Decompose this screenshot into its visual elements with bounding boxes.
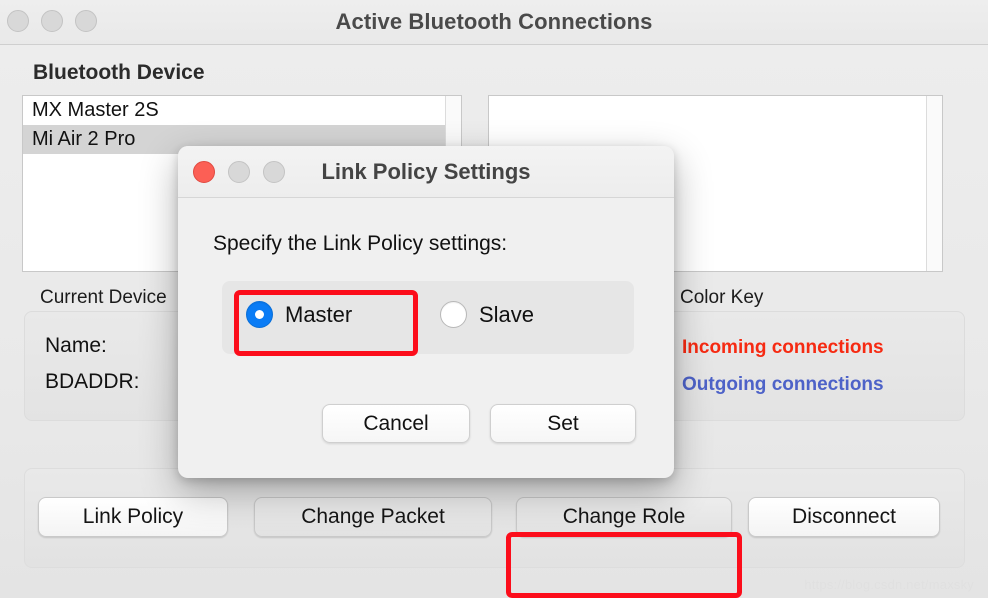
color-key-label: Color Key (680, 287, 764, 308)
device-name-row: Name: (45, 334, 127, 358)
dialog-titlebar: Link Policy Settings (178, 146, 674, 198)
section-heading-bluetooth-device: Bluetooth Device (33, 61, 205, 84)
app-window: Active Bluetooth Connections Bluetooth D… (0, 0, 988, 598)
link-policy-settings-dialog: Link Policy Settings Specify the Link Po… (178, 146, 674, 478)
dialog-title: Link Policy Settings (321, 159, 531, 184)
radio-option-slave[interactable]: Slave (440, 301, 534, 328)
radio-selected-icon[interactable] (246, 301, 273, 328)
cancel-button[interactable]: Cancel (322, 404, 470, 443)
radio-unselected-icon[interactable] (440, 301, 467, 328)
radio-label-master: Master (285, 301, 353, 327)
color-key-panel: Incoming connections Outgoing connection… (665, 311, 965, 421)
change-packet-button[interactable]: Change Packet (254, 497, 492, 537)
list-item[interactable]: MX Master 2S (23, 96, 461, 125)
radio-label-slave: Slave (479, 301, 535, 327)
set-button[interactable]: Set (490, 404, 636, 443)
watermark: https://blog.csdn.net/maxsky (804, 577, 974, 592)
link-policy-button[interactable]: Link Policy (38, 497, 228, 537)
device-bdaddr-row: BDADDR: (45, 370, 159, 394)
color-key-incoming: Incoming connections (682, 337, 884, 358)
color-key-outgoing: Outgoing connections (682, 374, 884, 395)
dialog-prompt: Specify the Link Policy settings: (213, 232, 508, 255)
change-role-button[interactable]: Change Role (516, 497, 732, 537)
current-device-label: Current Device (40, 287, 167, 308)
vertical-scrollbar[interactable] (926, 96, 942, 271)
window-title: Active Bluetooth Connections (335, 9, 653, 34)
disconnect-button[interactable]: Disconnect (748, 497, 940, 537)
window-titlebar: Active Bluetooth Connections (0, 0, 988, 45)
device-name-key: Name: (45, 334, 107, 357)
link-policy-radio-group: Master Slave (222, 281, 634, 354)
device-bdaddr-key: BDADDR: (45, 370, 140, 393)
radio-option-master[interactable]: Master (246, 301, 352, 328)
